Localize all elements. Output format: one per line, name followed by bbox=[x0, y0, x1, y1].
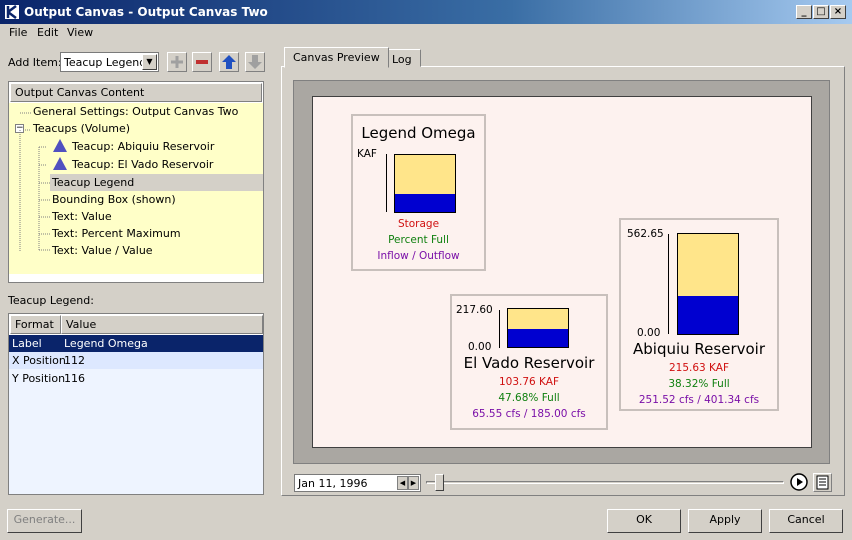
tree-item-teacup-legend[interactable]: Teacup Legend bbox=[50, 174, 263, 191]
add-item-value: Teacup Legend bbox=[64, 56, 147, 69]
abiquiu-teacup bbox=[677, 233, 739, 335]
legend-teacup bbox=[394, 154, 456, 213]
el-vado-teacup-fill bbox=[508, 328, 568, 347]
row-format: Y Position bbox=[12, 372, 66, 385]
menu-view[interactable]: View bbox=[67, 26, 93, 39]
play-button[interactable] bbox=[790, 473, 808, 491]
row-value[interactable]: Legend Omega bbox=[64, 337, 148, 350]
play-icon bbox=[790, 473, 808, 491]
abiquiu-name: Abiquiu Reservoir bbox=[633, 340, 765, 358]
minus-icon bbox=[196, 60, 208, 64]
el-vado-axis bbox=[499, 310, 500, 348]
add-item-dropdown[interactable]: Teacup Legend ▼ bbox=[60, 52, 159, 72]
canvas-preview[interactable]: Legend Omega KAF Storage Percent Full In… bbox=[312, 96, 812, 448]
menu-edit[interactable]: Edit bbox=[37, 26, 58, 39]
add-button[interactable] bbox=[167, 52, 187, 72]
minimize-button[interactable]: _ bbox=[796, 5, 812, 19]
maximize-button[interactable]: □ bbox=[813, 5, 829, 19]
tab-canvas-preview[interactable]: Canvas Preview bbox=[284, 47, 389, 68]
abiquiu-storage: 215.63 KAF bbox=[668, 362, 729, 374]
app-icon bbox=[4, 4, 20, 20]
tree-item-bounding-box[interactable]: Bounding Box (shown) bbox=[52, 191, 176, 208]
add-item-label: Add Item: bbox=[8, 56, 62, 69]
remove-button[interactable] bbox=[192, 52, 212, 72]
tree-lines bbox=[19, 112, 50, 252]
table-row[interactable]: X Position 112 bbox=[9, 352, 263, 369]
legend-unit: KAF bbox=[357, 148, 377, 160]
row-format: Label bbox=[12, 337, 42, 350]
list-icon bbox=[816, 475, 829, 490]
tree-item-el-vado[interactable]: Teacup: El Vado Reservoir bbox=[72, 156, 213, 173]
el-vado-teacup bbox=[507, 308, 569, 348]
properties-table: Format Value Label Legend Omega X Positi… bbox=[8, 313, 264, 495]
abiquiu-min: 0.00 bbox=[637, 327, 661, 339]
el-vado-storage: 103.76 KAF bbox=[498, 376, 559, 388]
legend-line-percent: Percent Full bbox=[388, 234, 449, 246]
content-tree-header: Output Canvas Content bbox=[10, 83, 262, 102]
date-value[interactable]: Jan 11, 1996 bbox=[298, 477, 367, 490]
legend-title: Legend Omega bbox=[361, 124, 476, 142]
menu-bar: File Edit View bbox=[0, 24, 852, 42]
abiquiu-flow: 251.52 cfs / 401.34 cfs bbox=[638, 394, 760, 406]
date-prev-button[interactable]: ◀ bbox=[397, 476, 408, 490]
abiquiu-max: 562.65 bbox=[627, 228, 664, 240]
abiquiu-teacup-fill bbox=[678, 295, 738, 334]
el-vado-percent: 47.68% Full bbox=[498, 392, 560, 404]
row-value[interactable]: 112 bbox=[64, 354, 85, 367]
column-value[interactable]: Value bbox=[61, 315, 263, 334]
el-vado-box[interactable]: 217.60 0.00 El Vado Reservoir 103.76 KAF… bbox=[450, 294, 608, 430]
tree-item-text-percent[interactable]: Text: Percent Maximum bbox=[52, 225, 181, 242]
table-row[interactable]: Y Position 116 bbox=[9, 370, 263, 387]
timeline-slider-handle[interactable] bbox=[435, 474, 444, 491]
arrow-up-icon bbox=[222, 55, 236, 69]
title-bar[interactable]: Output Canvas - Output Canvas Two _ □ × bbox=[0, 0, 852, 24]
ok-button[interactable]: OK bbox=[607, 509, 681, 533]
el-vado-flow: 65.55 cfs / 185.00 cfs bbox=[472, 408, 586, 420]
el-vado-name: El Vado Reservoir bbox=[463, 354, 595, 372]
timeline-track[interactable] bbox=[426, 481, 784, 484]
cancel-button[interactable]: Cancel bbox=[769, 509, 843, 533]
column-format[interactable]: Format bbox=[10, 315, 61, 334]
window-title: Output Canvas - Output Canvas Two bbox=[24, 5, 268, 19]
abiquiu-percent: 38.32% Full bbox=[668, 378, 730, 390]
close-button[interactable]: × bbox=[830, 5, 846, 19]
chevron-down-icon[interactable]: ▼ bbox=[142, 54, 157, 70]
row-format: X Position bbox=[12, 354, 66, 367]
properties-title: Teacup Legend: bbox=[8, 294, 94, 307]
generate-button[interactable]: Generate... bbox=[7, 509, 82, 533]
date-next-button[interactable]: ▶ bbox=[408, 476, 419, 490]
legend-teacup-fill bbox=[395, 193, 455, 212]
tree-item-abiquiu[interactable]: Teacup: Abiquiu Reservoir bbox=[72, 138, 214, 155]
table-row[interactable]: Label Legend Omega bbox=[9, 335, 263, 352]
move-up-button[interactable] bbox=[219, 52, 239, 72]
legend-box[interactable]: Legend Omega KAF Storage Percent Full In… bbox=[351, 114, 486, 271]
content-tree-panel: Output Canvas Content General Settings: … bbox=[8, 81, 264, 283]
move-down-button[interactable] bbox=[245, 52, 265, 72]
el-vado-min: 0.00 bbox=[468, 341, 492, 353]
row-value[interactable]: 116 bbox=[64, 372, 85, 385]
plus-icon bbox=[171, 56, 183, 68]
date-spinner[interactable]: Jan 11, 1996 ◀ ▶ bbox=[294, 474, 421, 492]
arrow-down-icon bbox=[248, 55, 262, 69]
apply-button[interactable]: Apply bbox=[688, 509, 762, 533]
menu-file[interactable]: File bbox=[9, 26, 27, 39]
abiquiu-axis bbox=[668, 234, 669, 334]
legend-line-storage: Storage bbox=[397, 218, 440, 230]
legend-axis bbox=[386, 154, 387, 212]
options-button[interactable] bbox=[813, 473, 832, 492]
legend-line-flow: Inflow / Outflow bbox=[377, 250, 460, 262]
el-vado-max: 217.60 bbox=[456, 304, 493, 316]
abiquiu-box[interactable]: 562.65 0.00 Abiquiu Reservoir 215.63 KAF… bbox=[619, 218, 779, 411]
